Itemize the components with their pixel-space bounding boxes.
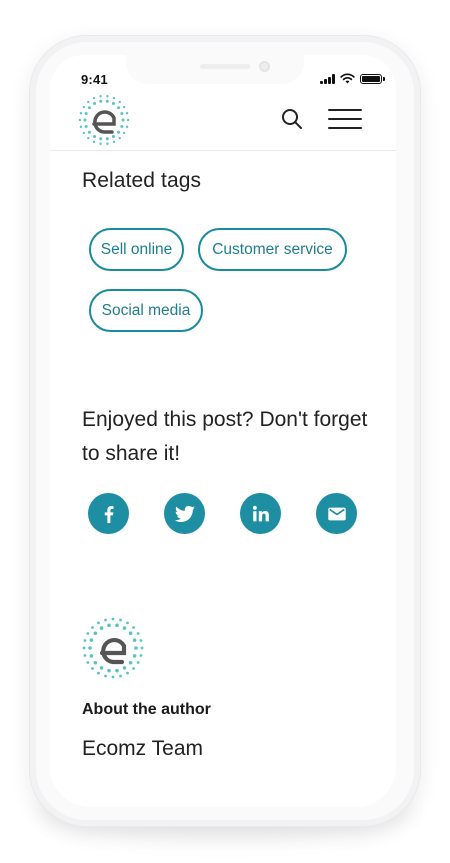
tag-social-media[interactable]: Social media — [89, 289, 203, 332]
author-name: Ecomz Team — [82, 737, 203, 760]
related-tags-title: Related tags — [82, 169, 202, 192]
ecomz-logo-icon[interactable] — [78, 94, 130, 146]
header-divider — [50, 150, 396, 151]
phone-notch — [126, 54, 304, 84]
search-icon[interactable] — [280, 107, 304, 131]
facebook-icon — [104, 505, 113, 523]
linkedin-share-button[interactable] — [240, 493, 281, 534]
linkedin-icon — [252, 505, 269, 521]
author-avatar-logo-icon — [82, 617, 144, 679]
about-author-label: About the author — [82, 701, 211, 718]
twitter-share-button[interactable] — [164, 493, 205, 534]
wifi-icon — [339, 73, 355, 84]
phone-camera — [259, 61, 270, 72]
phone-speaker — [200, 64, 250, 69]
facebook-share-button[interactable] — [88, 493, 129, 534]
twitter-icon — [174, 505, 195, 522]
status-icons — [320, 73, 385, 84]
share-prompt: Enjoyed this post? Don't forget to share… — [82, 408, 368, 465]
email-share-button[interactable] — [316, 493, 357, 534]
tag-sell-online[interactable]: Sell online — [89, 228, 184, 271]
hamburger-menu-icon[interactable] — [328, 109, 362, 129]
battery-icon — [359, 73, 385, 84]
email-icon — [327, 507, 346, 520]
status-time: 9:41 — [81, 72, 108, 87]
cellular-signal-icon — [320, 73, 335, 84]
tag-customer-service[interactable]: Customer service — [198, 228, 347, 271]
